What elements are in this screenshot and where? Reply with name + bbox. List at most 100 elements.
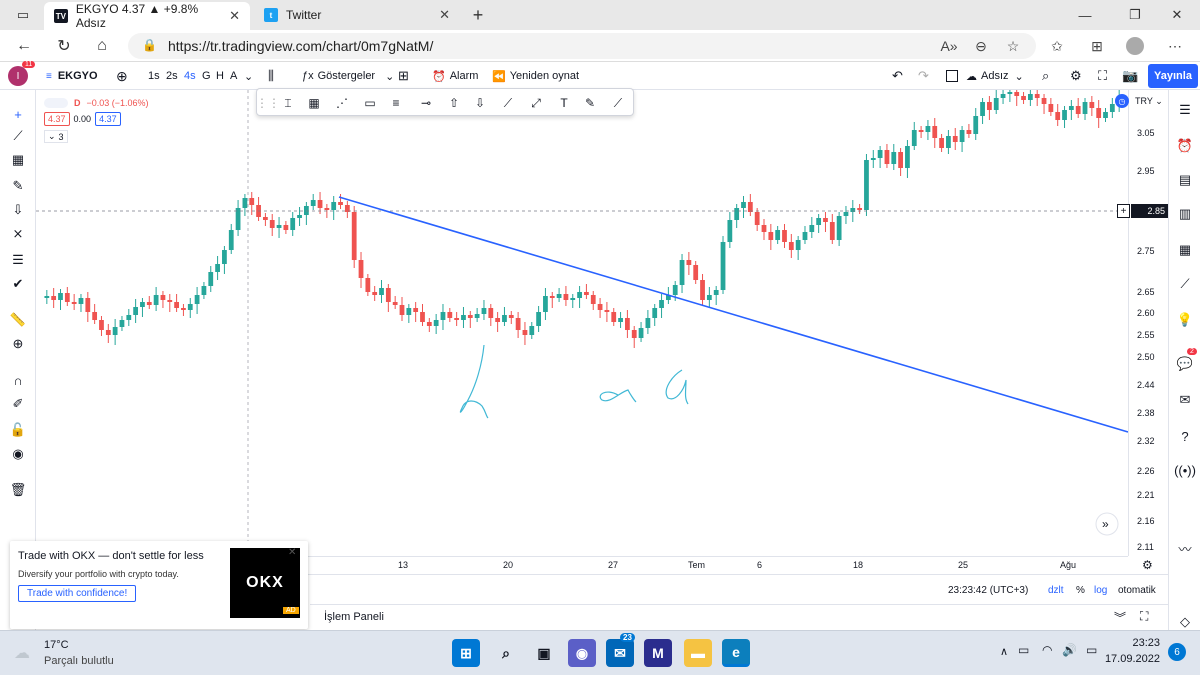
volume-icon[interactable]: 🔊 — [1062, 643, 1077, 657]
maximize-panel-icon[interactable]: ⛶ — [1140, 609, 1148, 624]
trash-icon[interactable]: 🗑 — [8, 480, 28, 500]
home-icon[interactable]: ⌂ — [90, 34, 114, 58]
new-tab-button[interactable]: + — [460, 0, 496, 30]
help-icon[interactable]: ? — [1175, 426, 1195, 446]
search-icon[interactable]: ⌕ — [1042, 67, 1049, 85]
chat-bubble-icon[interactable]: 💬 2 — [1175, 348, 1197, 374]
legend-toggle[interactable] — [44, 98, 68, 108]
gear-icon[interactable]: ⚙ — [1142, 558, 1153, 572]
undo-icon[interactable]: ↶ — [892, 67, 903, 85]
ad-cta-button[interactable]: Trade with confidence! — [18, 585, 137, 602]
add-alert-plus-icon[interactable]: + — [1117, 204, 1130, 218]
weather-temp[interactable]: 17°C — [44, 639, 69, 651]
compare-add-icon[interactable]: ⊕ — [116, 67, 128, 85]
candle-style-icon[interactable]: ⫼ — [268, 67, 274, 85]
pencil-lock-icon[interactable]: ✐ — [8, 394, 28, 414]
chat-icon[interactable]: ◷ — [1115, 94, 1129, 108]
ideas-lightbulb-icon[interactable]: 💡 — [1175, 310, 1195, 330]
price-chart[interactable]: » — [36, 90, 1168, 556]
adjust-toggle[interactable]: dzlt — [1048, 585, 1064, 596]
crosshair-icon[interactable]: + — [8, 104, 28, 124]
interval-2s[interactable]: 2s — [166, 67, 178, 85]
tab-tradingview[interactable]: TV EKGYO 4.37 ▲ +9.8% Adsız ✕ — [44, 2, 250, 30]
close-icon[interactable]: ✕ — [229, 8, 240, 24]
chevron-down-icon[interactable]: ⌄ — [244, 67, 253, 85]
line-tool-icon[interactable]: ⟋ — [499, 94, 517, 112]
brush-icon[interactable]: ✎ — [8, 176, 28, 196]
lines-icon[interactable]: ≡ — [387, 94, 405, 112]
wifi-icon[interactable]: ◠ — [1042, 643, 1052, 657]
notification-count[interactable]: 6 — [1168, 643, 1186, 661]
grid-pattern-icon[interactable]: ▦ — [305, 94, 323, 112]
read-aloud-icon[interactable]: A» — [938, 35, 960, 57]
interval-a[interactable]: A — [230, 67, 237, 85]
layers-icon[interactable]: ◇ — [1175, 612, 1195, 632]
hotlist-icon[interactable]: ▥ — [1175, 204, 1195, 224]
weather-desc[interactable]: Parçalı bulutlu — [44, 655, 114, 667]
pen-icon[interactable]: ⟋ — [609, 94, 627, 112]
text-lines-icon[interactable]: ☰ — [8, 250, 28, 270]
arrow-down-icon[interactable]: ⇩ — [471, 94, 489, 112]
interval-h[interactable]: H — [216, 67, 224, 85]
text-tool-icon[interactable]: T — [555, 94, 573, 112]
trendline-tool-icon[interactable]: ⟋ — [8, 126, 28, 146]
fib-grid-icon[interactable]: ▦ — [8, 150, 28, 170]
zoom-icon[interactable]: ⊖ — [970, 35, 992, 57]
trading-panel-tab[interactable]: İşlem Paneli — [324, 611, 384, 623]
url-field[interactable]: 🔒 https://tr.tradingview.com/chart/0m7gN… — [128, 33, 1036, 59]
tab-twitter[interactable]: t Twitter ✕ — [254, 0, 460, 30]
favorites-icon[interactable]: ✩ — [1046, 35, 1068, 57]
teams-chat-icon[interactable]: ◉ — [568, 639, 596, 667]
ask-price[interactable]: 4.37 — [95, 112, 121, 126]
templates-icon[interactable]: ⊞ — [398, 67, 409, 85]
favorite-add-icon[interactable]: ☆ — [1002, 35, 1024, 57]
checkmark-icon[interactable]: ✔ — [8, 274, 28, 294]
pattern-icon[interactable]: ⨯ — [8, 224, 28, 244]
chevron-up-icon[interactable]: ∧ — [1000, 645, 1008, 658]
gear-icon[interactable]: ⚙ — [1070, 67, 1082, 85]
currency-selector[interactable]: TRY ⌄ — [1135, 96, 1163, 107]
indicators-button[interactable]: ƒx Göstergeler ⌄ — [302, 67, 394, 85]
auto-toggle[interactable]: otomatik — [1118, 585, 1156, 596]
drag-handle-icon[interactable]: ⋮⋮ — [256, 94, 280, 112]
close-icon[interactable]: ✕ — [439, 7, 450, 23]
callout-icon[interactable]: ▭ — [361, 94, 379, 112]
clock-time[interactable]: 23:23 — [1110, 637, 1160, 649]
restore-icon[interactable]: ❐ — [1112, 0, 1158, 30]
percent-toggle[interactable]: % — [1076, 585, 1085, 596]
alarm-button[interactable]: ⏰ Alarm — [432, 67, 478, 85]
arrow-down-icon[interactable]: ⇩ — [8, 200, 28, 220]
layout-button[interactable]: ☁ Adsız ⌄ — [946, 67, 1024, 85]
log-toggle[interactable]: log — [1094, 585, 1107, 596]
lock-icon[interactable]: 🔓 — [8, 420, 28, 440]
eye-icon[interactable]: ◉ — [8, 444, 28, 464]
bid-price[interactable]: 4.37 — [44, 112, 70, 126]
task-view-icon[interactable]: ▣ — [530, 639, 558, 667]
magnet-icon[interactable]: ∩ — [8, 370, 28, 390]
pen-menu-icon[interactable]: ▭ — [1086, 643, 1097, 657]
data-window-icon[interactable]: ▤ — [1175, 170, 1195, 190]
ray-icon[interactable]: ⊸ — [417, 94, 435, 112]
trending-icon[interactable]: ⟋ — [1175, 274, 1195, 294]
interval-4s[interactable]: 4s — [184, 67, 196, 85]
battery-icon[interactable]: ▭ — [1018, 643, 1029, 657]
more-icon[interactable]: ⋯ — [1164, 35, 1186, 57]
interval-g[interactable]: G — [202, 67, 211, 85]
close-icon[interactable]: ✕ — [288, 547, 296, 558]
collapse-panel-icon[interactable]: ︾ — [1114, 609, 1126, 626]
clock-date[interactable]: 17.09.2022 — [1100, 653, 1160, 665]
broadcast-icon[interactable]: ((•)) — [1174, 460, 1196, 480]
user-avatar[interactable]: I 11 — [8, 61, 36, 86]
alarm-clock-icon[interactable]: ⏰ — [1175, 136, 1195, 156]
windows-start-icon[interactable]: ⊞ — [452, 639, 480, 667]
redo-icon[interactable]: ↷ — [918, 67, 929, 85]
minimize-icon[interactable]: — — [1062, 0, 1108, 30]
streams-icon[interactable]: 〰 — [1175, 538, 1195, 558]
refresh-icon[interactable]: ↻ — [52, 34, 76, 58]
fullscreen-icon[interactable]: ⛶ — [1098, 67, 1107, 85]
calendar-icon[interactable]: ▦ — [1175, 240, 1195, 260]
zoom-in-icon[interactable]: ⊕ — [8, 334, 28, 354]
interval-1s[interactable]: 1s — [148, 67, 160, 85]
window-close-icon[interactable]: ✕ — [1154, 0, 1200, 30]
profile-avatar[interactable] — [1124, 35, 1146, 57]
